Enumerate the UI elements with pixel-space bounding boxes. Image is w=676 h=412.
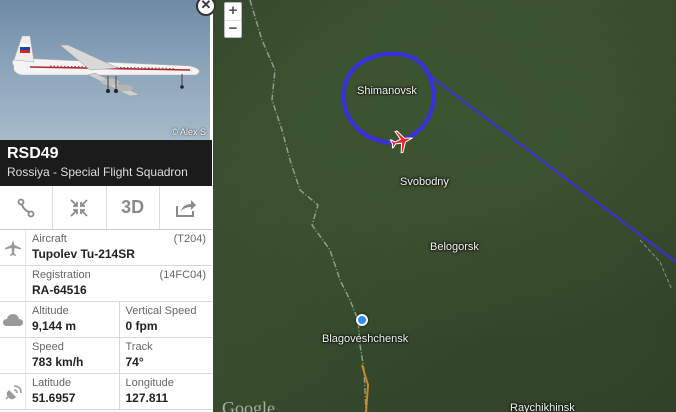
aircraft-code: (T204) (173, 233, 206, 245)
vertical-speed-cell: Vertical Speed 0 fpm (118, 302, 213, 337)
detail-row-position: Latitude 51.6957 Longitude 127.811 (0, 374, 212, 410)
zoom-in-button[interactable]: + (225, 3, 241, 20)
share-button[interactable] (160, 186, 212, 229)
flight-track-line (424, 71, 676, 263)
city-svobodny: Svobodny (400, 176, 449, 188)
longitude-value: 127.811 (125, 391, 169, 405)
speed-value: 783 km/h (32, 355, 84, 369)
3d-view-button[interactable]: 3D (107, 186, 160, 229)
route-icon (17, 198, 35, 217)
registration-code: (14FC04) (159, 269, 206, 281)
detail-row-altitude: Altitude 9,144 m Vertical Speed 0 fpm (0, 302, 212, 338)
center-button[interactable] (53, 186, 107, 229)
photo-credit[interactable]: © Alex S (171, 127, 206, 137)
longitude-label: Longitude (125, 377, 174, 389)
antenna-icon (0, 374, 25, 409)
map-watermark: Google (222, 398, 275, 412)
latitude-value: 51.6957 (32, 391, 76, 405)
border-line (249, 0, 367, 412)
aircraft-photo-image (12, 35, 200, 97)
vertical-speed-label: Vertical Speed (125, 305, 197, 317)
flight-track-loop (341, 51, 436, 145)
track-cell: Track 74° (118, 338, 213, 373)
route-button[interactable] (0, 186, 54, 229)
detail-row-speed: Speed 783 km/h Track 74° (0, 338, 212, 374)
zoom-control: + − (224, 2, 242, 38)
callsign: RSD49 (7, 145, 59, 162)
latitude-label: Latitude (32, 377, 72, 389)
vertical-speed-value: 0 fpm (125, 319, 158, 333)
aircraft-photo[interactable]: © Alex S (0, 0, 210, 140)
flight-toolbar: 3D (0, 186, 212, 230)
location-pin-icon[interactable] (356, 314, 368, 326)
speed-label: Speed (32, 341, 64, 353)
flight-details: Aircraft Tupolev Tu-214SR (T204) Registr… (0, 230, 212, 410)
track-value: 74° (125, 355, 144, 369)
latitude-cell: Latitude 51.6957 (25, 374, 119, 409)
registration-cell: Registration RA-64516 (14FC04) (25, 266, 212, 301)
city-shimanovsk: Shimanovsk (357, 85, 417, 97)
city-belogorsk: Belogorsk (430, 241, 479, 253)
flight-info-panel: © Alex S ✕ RSD49 Rossiya - Special Fligh… (0, 0, 216, 412)
registration-value: RA-64516 (32, 283, 87, 297)
detail-row-registration: Registration RA-64516 (14FC04) (0, 266, 212, 302)
collapse-icon (70, 198, 89, 217)
altitude-cell: Altitude 9,144 m (25, 302, 119, 337)
airline-name[interactable]: Rossiya - Special Flight Squadron (7, 164, 205, 180)
share-icon (175, 199, 196, 217)
altitude-label: Altitude (32, 305, 69, 317)
longitude-cell: Longitude 127.811 (118, 374, 213, 409)
city-raychikhinsk: Raychikhinsk (510, 402, 575, 412)
aircraft-cell: Aircraft Tupolev Tu-214SR (T204) (25, 230, 212, 265)
city-blagoveshchensk: Blagoveshchensk (322, 333, 409, 345)
altitude-value: 9,144 m (32, 319, 77, 333)
detail-row-aircraft: Aircraft Tupolev Tu-214SR (T204) (0, 230, 212, 266)
aircraft-icon (389, 130, 413, 154)
track-label: Track (125, 341, 153, 353)
aircraft-value: Tupolev Tu-214SR (32, 247, 135, 261)
aircraft-marker[interactable] (388, 127, 415, 154)
plane-icon (0, 230, 25, 265)
speed-cell: Speed 783 km/h (25, 338, 119, 373)
zoom-out-button[interactable]: − (225, 20, 241, 37)
flight-header: RSD49 Rossiya - Special Flight Squadron (0, 140, 212, 186)
cloud-icon (0, 302, 25, 337)
